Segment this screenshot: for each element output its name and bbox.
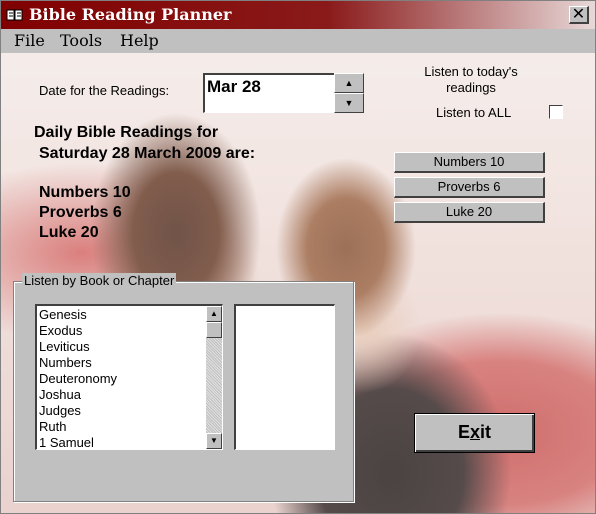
daily-reading-3: Luke 20: [39, 224, 99, 241]
listen-heading-line2: readings: [446, 80, 496, 95]
daily-heading-line2: Saturday 28 March 2009 are:: [39, 145, 256, 162]
main-panel: Date for the Readings: Mar 28 ▲ ▼ Listen…: [1, 53, 595, 513]
list-item[interactable]: 1 Samuel: [39, 435, 94, 449]
date-value: Mar 28: [207, 77, 261, 96]
date-spin-down-button[interactable]: ▼: [334, 93, 364, 113]
reading-button-3[interactable]: Luke 20: [394, 202, 545, 223]
list-item[interactable]: Genesis: [39, 307, 87, 322]
exit-label-accel: x: [470, 422, 481, 442]
app-window: Bible Reading Planner ✕ File Tools Help …: [0, 0, 596, 514]
scroll-thumb[interactable]: [206, 322, 222, 338]
daily-reading-1: Numbers 10: [39, 184, 131, 201]
list-item[interactable]: Numbers: [39, 355, 92, 370]
listen-all-label: Listen to ALL: [436, 105, 512, 120]
list-item[interactable]: Leviticus: [39, 339, 90, 354]
list-item[interactable]: Ruth: [39, 419, 66, 434]
list-item[interactable]: Joshua: [39, 387, 81, 402]
date-field[interactable]: Mar 28: [203, 73, 335, 113]
list-item[interactable]: Deuteronomy: [39, 371, 117, 386]
daily-heading-line1: Daily Bible Readings for: [34, 124, 219, 141]
book-chapter-group-title: Listen by Book or Chapter: [22, 273, 177, 288]
listen-all-checkbox[interactable]: [549, 105, 563, 119]
scroll-down-button[interactable]: ▼: [206, 433, 222, 449]
book-listbox[interactable]: Genesis Exodus Leviticus Numbers Deutero…: [35, 304, 223, 450]
daily-reading-2: Proverbs 6: [39, 204, 122, 221]
exit-label-post: it: [480, 422, 492, 442]
menu-file[interactable]: File: [14, 31, 45, 50]
title-bar[interactable]: Bible Reading Planner ✕: [1, 1, 595, 29]
book-list-scrollbar[interactable]: ▲ ▼: [206, 306, 222, 449]
menu-tools[interactable]: Tools: [60, 31, 102, 50]
exit-label-pre: E: [457, 422, 470, 442]
close-button[interactable]: ✕: [569, 6, 589, 24]
scroll-up-button[interactable]: ▲: [206, 306, 222, 322]
chapter-listbox[interactable]: [234, 304, 335, 450]
bible-app-icon: [6, 9, 23, 21]
menu-bar: File Tools Help: [1, 29, 595, 53]
listen-heading-line1: Listen to today's: [424, 64, 518, 79]
list-item[interactable]: Judges: [39, 403, 81, 418]
list-item[interactable]: Exodus: [39, 323, 82, 338]
menu-help[interactable]: Help: [120, 31, 159, 50]
exit-button[interactable]: Exit: [414, 413, 535, 453]
window-title: Bible Reading Planner: [29, 5, 232, 24]
date-spin-up-button[interactable]: ▲: [334, 73, 364, 93]
date-label: Date for the Readings:: [39, 83, 170, 98]
reading-button-1[interactable]: Numbers 10: [394, 152, 545, 173]
reading-button-2[interactable]: Proverbs 6: [394, 177, 545, 198]
